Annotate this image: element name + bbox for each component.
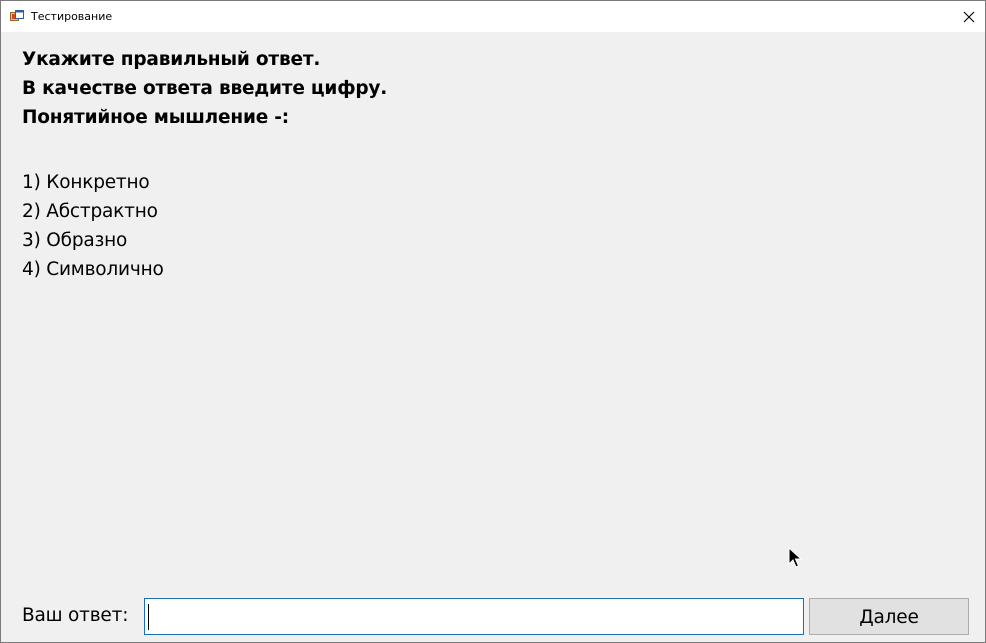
test-window: Тестирование Укажите правильный ответ. В… [0,0,986,643]
answer-input[interactable] [144,598,804,635]
mouse-pointer-icon [788,546,803,569]
question-line: Укажите правильный ответ. [22,49,321,70]
title-bar[interactable]: Тестирование [1,1,985,32]
close-button[interactable] [953,1,985,32]
answer-option: 2) Абстрактно [22,201,158,222]
text-caret [148,604,149,630]
question-line: В качестве ответа введите цифру. [22,78,388,99]
app-window-icon [10,9,24,23]
answer-option: 4) Символично [22,259,164,280]
question-line: Понятийное мышление -: [22,107,289,128]
answer-option: 1) Конкретно [22,172,150,193]
window-title: Тестирование [31,10,113,23]
close-icon [963,11,975,23]
question-panel: Укажите правильный ответ. В качестве отв… [22,45,962,284]
next-button[interactable]: Далее [809,598,969,635]
answer-option: 3) Образно [22,230,128,251]
answer-label: Ваш ответ: [22,605,129,626]
